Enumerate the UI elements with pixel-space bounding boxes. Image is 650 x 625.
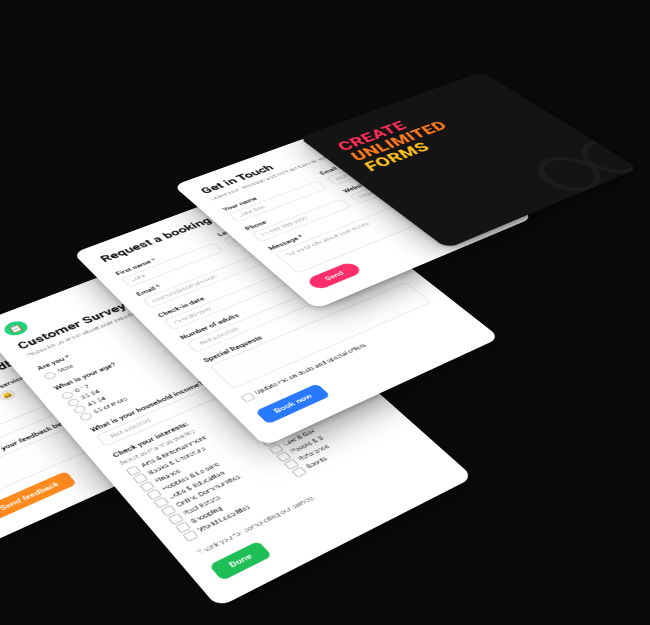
emoji-rating-5[interactable]: 😄 (0, 388, 17, 401)
interest-checkbox[interactable]: Jobs & Education (152, 451, 265, 508)
scene: Share your feedback with us How would yo… (0, 0, 650, 625)
interest-checkbox[interactable]: Sports (290, 423, 397, 478)
interest-checkbox[interactable]: Hobbies & Leisure (145, 444, 258, 500)
interest-checkbox[interactable]: Real Estate (166, 466, 280, 524)
interest-checkbox[interactable]: Shopping (174, 474, 288, 533)
card-stack: Share your feedback with us How would yo… (160, 248, 494, 457)
clipboard-icon: 📋 (1, 318, 32, 337)
infinity-icon: ∞ (497, 117, 639, 209)
interest-checkbox[interactable]: Online Communities (159, 459, 272, 517)
